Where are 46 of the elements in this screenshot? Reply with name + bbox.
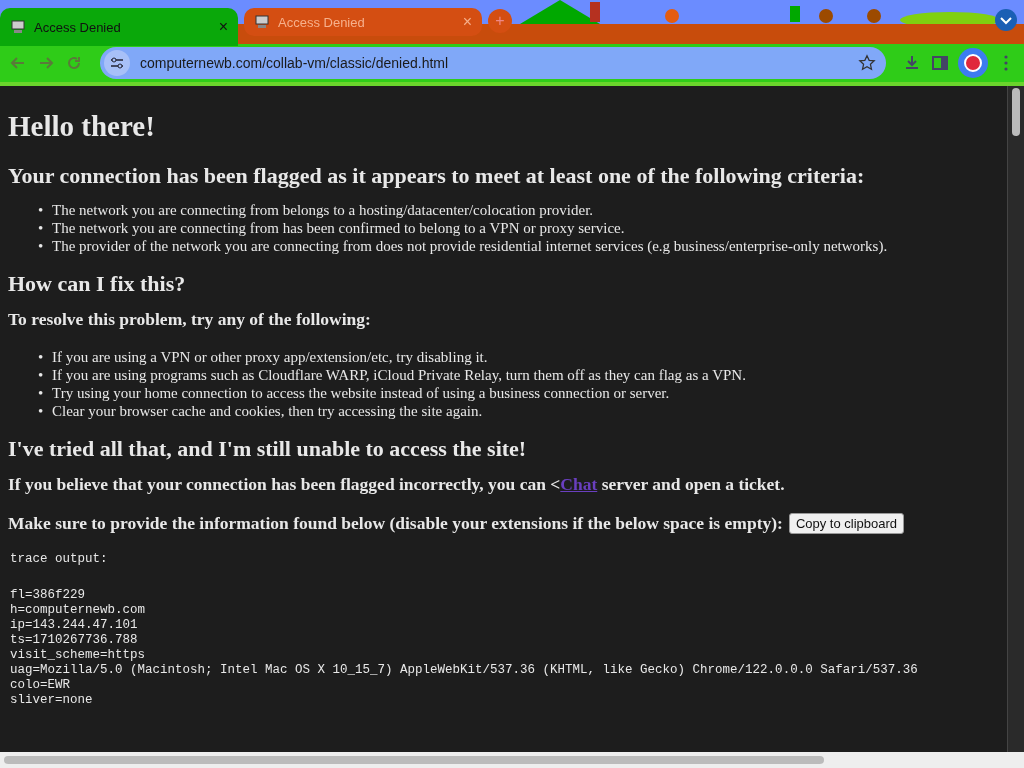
site-settings-icon[interactable] [104,50,130,76]
enemy-drawing [867,9,881,23]
section-heading: How can I fix this? [8,271,187,297]
computer-icon [254,14,270,30]
horizontal-scrollbar[interactable] [0,752,1024,768]
record-icon[interactable] [958,48,988,78]
trace-line: ts=1710267736.788 [10,633,139,648]
trace-line: visit_scheme=https [10,648,147,663]
bullet: • [38,348,45,366]
close-button[interactable]: × [218,18,228,36]
list-item: The provider of the network you are connecting from does not provide residential internet services (e.g business/enterprise-only networks). [52,237,888,255]
bullet: • [38,384,45,402]
bullet: • [38,237,45,255]
info-text: Make sure to provide the information found below (disable your extensions if the below space is empty): [8,513,783,534]
enemy-drawing [819,9,833,23]
star-icon[interactable] [858,54,876,72]
chevron-icon[interactable] [994,8,1018,32]
list-item: If you are using programs such as Cloudflare WARP, iCloud Private Relay, turn them off as they can flag as a VPN. [52,366,746,384]
side-panel-icon[interactable] [930,53,950,73]
bullet: • [38,366,45,384]
section-heading: Your connection has been flagged as it appears to meet at least one of the following criteria: [8,163,866,189]
page-title: Hello there! [8,110,156,143]
list-item: Clear your browser cache and cookies, then try accessing the site again. [52,402,483,420]
trace-title: trace output: [10,552,109,567]
trace-line: fl=386f229 [10,588,86,603]
list-item: Try using your home connection to access the website instead of using a business connection or server. [52,384,670,402]
trace-line: colo=EWR [10,678,71,693]
browser-tab[interactable]: Access Denied × [0,8,238,46]
computer-icon [10,19,26,35]
trace-line: sliver=none [10,693,94,708]
bullet: • [38,219,45,237]
contact-text: If you believe that your connection has been flagged incorrectly, you can <Chat server and open a ticket. [8,474,786,495]
trace-line: uag=Mozilla/5.0 (Macintosh; Intel Mac OS X 10_15_7) AppleWebKit/537.36 (KHTML, like Gecko) Chrome/122.0.0.0 Safari/537.36 [10,663,919,678]
copy-button[interactable]: Copy to clipboard [788,513,905,534]
trace-line: ip=143.244.47.101 [10,618,139,633]
list-item: If you are using a VPN or other proxy app/extension/etc, try disabling it. [52,348,488,366]
section-heading: I've tried all that, and I'm still unable to access the site! [8,436,528,462]
list-item: The network you are connecting from has been confirmed to belong to a VPN or proxy service. [52,219,625,237]
list-item: The network you are connecting from belongs to a hosting/datacenter/colocation provider. [52,201,594,219]
subheading: To resolve this problem, try any of the following: [8,309,372,330]
bullet: • [38,201,45,219]
address-bar[interactable]: computernewb.com/collab-vm/classic/denied.html [100,47,886,79]
bullet: • [38,402,45,420]
vertical-scrollbar[interactable] [1007,86,1024,752]
trace-line: h=computernewb.com [10,603,147,618]
mushroom-drawing [665,9,679,23]
